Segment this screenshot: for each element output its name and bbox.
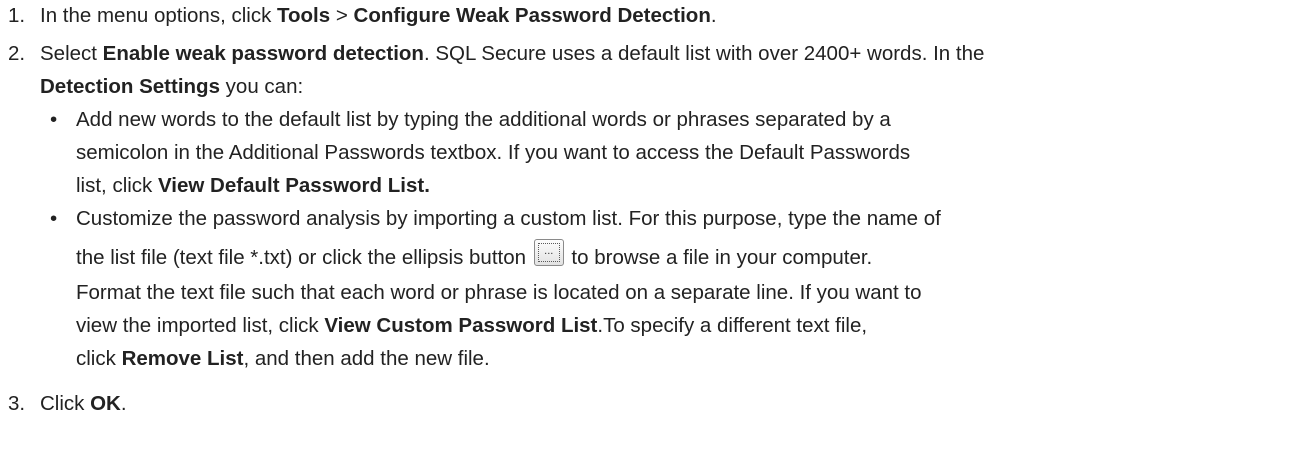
link-view-default-password-list: View Default Password List. (158, 174, 430, 197)
instruction-document: 1. In the menu options, click Tools > Co… (0, 0, 1309, 420)
list-item: • Add new words to the default list by t… (40, 103, 1309, 202)
ellipsis-button-icon: ... (533, 239, 564, 266)
step-1: 1. In the menu options, click Tools > Co… (0, 0, 1309, 32)
step-number: 1. (8, 4, 26, 27)
detection-settings-list: • Add new words to the default list by t… (0, 103, 1309, 375)
step-number: 3. (8, 392, 26, 415)
menu-tools: Tools (277, 4, 331, 27)
step-text: Select Enable weak password detection. S… (40, 42, 985, 65)
step-text: In the menu options, click Tools > Confi… (40, 4, 717, 27)
bullet-icon: • (50, 108, 58, 131)
menu-configure-weak-password-detection: Configure Weak Password Detection (353, 4, 711, 27)
link-remove-list: Remove List (121, 347, 244, 370)
button-ok-label: OK (90, 392, 121, 415)
step-text: Click OK. (40, 392, 127, 415)
link-view-custom-password-list: View Custom Password List (324, 314, 598, 337)
section-detection-settings: Detection Settings (40, 75, 220, 98)
list-item: • Customize the password analysis by imp… (40, 202, 1309, 375)
step-3: 3. Click OK. (0, 387, 1309, 420)
step-number: 2. (8, 42, 26, 65)
step-text: Detection Settings you can: (40, 75, 304, 98)
option-enable-weak-password-detection: Enable weak password detection (102, 42, 424, 65)
bullet-icon: • (50, 207, 58, 230)
step-2: 2. Select Enable weak password detection… (0, 37, 1309, 103)
